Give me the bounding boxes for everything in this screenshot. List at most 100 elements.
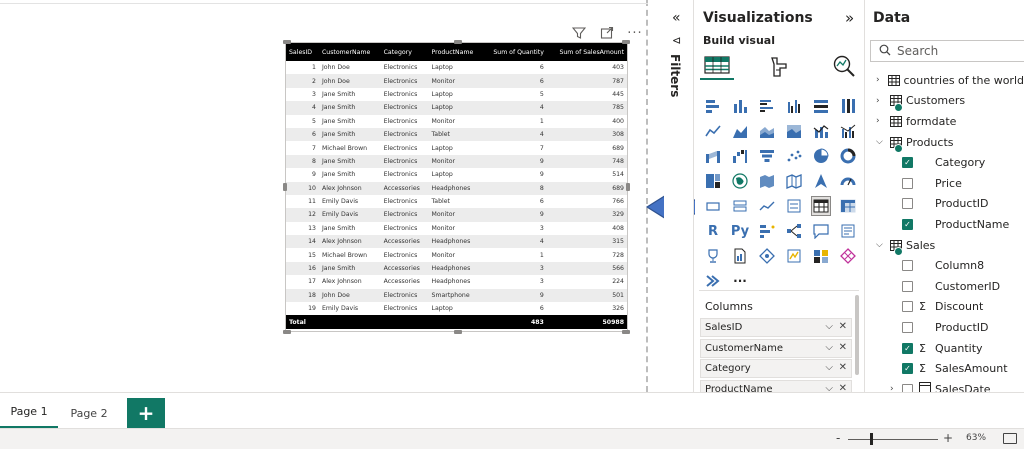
key-influencers-icon[interactable]: [757, 221, 777, 241]
data-table-node[interactable]: › formdate: [876, 111, 1024, 132]
kpi-icon[interactable]: [757, 196, 777, 216]
100-stacked-area-chart-icon[interactable]: [784, 121, 804, 141]
arcgis-maps-icon[interactable]: [811, 246, 831, 266]
column-header[interactable]: SalesID: [286, 43, 319, 61]
field-checkbox[interactable]: [902, 177, 913, 189]
table-row[interactable]: 11 Emily Davis Electronics Tablet 6 766: [286, 195, 627, 208]
table-row[interactable]: 1 John Doe Electronics Laptop 6 403: [286, 61, 627, 74]
python-visual-icon[interactable]: Py: [730, 221, 750, 241]
field-well-item[interactable]: SalesID ⌵ ✕: [700, 318, 852, 337]
goals-icon[interactable]: [703, 246, 723, 266]
remove-field-icon[interactable]: ✕: [839, 321, 847, 332]
line-chart-icon[interactable]: [703, 121, 723, 141]
resize-handle-bottom-left[interactable]: [283, 330, 291, 334]
100-stacked-bar-chart-icon[interactable]: [811, 96, 831, 116]
table-icon[interactable]: [811, 196, 831, 216]
chevron-right-icon[interactable]: ›: [876, 75, 887, 85]
scatter-chart-icon[interactable]: [784, 146, 804, 166]
zoom-slider-track[interactable]: [848, 439, 938, 440]
focus-mode-icon[interactable]: [598, 24, 616, 42]
gauge-icon[interactable]: [838, 171, 858, 191]
clustered-bar-chart-icon[interactable]: [757, 96, 777, 116]
data-field-node[interactable]: Σ Discount: [876, 297, 1024, 318]
zoom-in-button[interactable]: +: [943, 431, 953, 445]
visualizations-scrollbar[interactable]: [855, 295, 859, 375]
line-and-stacked-column-chart-icon[interactable]: [811, 121, 831, 141]
r-script-visual-icon[interactable]: R: [703, 221, 723, 241]
data-table-node[interactable]: ⌵ Sales: [876, 235, 1024, 256]
treemap-icon[interactable]: [703, 171, 723, 191]
field-checkbox[interactable]: ✓: [902, 218, 913, 230]
column-header[interactable]: CustomerName: [318, 43, 381, 61]
table-row[interactable]: 18 John Doe Electronics Smartphone 9 501: [286, 288, 627, 303]
table-row[interactable]: 3 Jane Smith Electronics Laptop 5 445: [286, 88, 627, 101]
waterfall-chart-icon[interactable]: [730, 146, 750, 166]
field-checkbox[interactable]: [902, 198, 913, 210]
resize-handle-top[interactable]: [454, 40, 462, 44]
shape-map-icon[interactable]: [784, 171, 804, 191]
filter-pane-icon[interactable]: ⊲: [672, 34, 681, 47]
field-checkbox[interactable]: [902, 260, 913, 272]
100-stacked-column-chart-icon[interactable]: [838, 96, 858, 116]
power-apps-icon[interactable]: [757, 246, 777, 266]
data-search-box[interactable]: [870, 40, 1024, 62]
chevron-down-icon[interactable]: ⌵: [876, 240, 888, 250]
page-tab-page-1[interactable]: Page 1: [0, 397, 58, 429]
column-header[interactable]: Sum of SalesAmount: [546, 43, 627, 61]
table-row[interactable]: 17 Alex Johnson Accessories Headphones 3 224: [286, 275, 627, 288]
data-field-node[interactable]: ✓ ProductName: [876, 214, 1024, 235]
azure-map-icon[interactable]: [811, 171, 831, 191]
stacked-area-chart-icon[interactable]: [757, 121, 777, 141]
clustered-column-chart-icon[interactable]: [784, 96, 804, 116]
table-row[interactable]: 2 John Doe Electronics Monitor 6 787: [286, 74, 627, 88]
table-row[interactable]: 4 Jane Smith Electronics Laptop 4 785: [286, 101, 627, 115]
matrix-icon[interactable]: [838, 196, 858, 216]
data-field-node[interactable]: ✓ Σ Quantity: [876, 338, 1024, 359]
collapse-filters-icon[interactable]: «: [672, 10, 681, 26]
data-field-node[interactable]: CustomerID: [876, 276, 1024, 297]
table-row[interactable]: 6 Jane Smith Electronics Tablet 4 308: [286, 127, 627, 142]
table-row[interactable]: 14 Alex Johnson Accessories Headphones 4 315: [286, 235, 627, 249]
decomposition-tree-icon[interactable]: [784, 221, 804, 241]
page-tab-page-2[interactable]: Page 2: [60, 397, 118, 429]
resize-handle-top-right[interactable]: [622, 40, 630, 44]
table-row[interactable]: 12 Emily Davis Electronics Monitor 9 329: [286, 208, 627, 222]
field-checkbox[interactable]: ✓: [902, 363, 913, 375]
filter-icon[interactable]: [570, 24, 588, 42]
table-row[interactable]: 16 Jane Smith Accessories Headphones 3 566: [286, 261, 627, 276]
field-checkbox[interactable]: ✓: [902, 342, 913, 354]
field-well-item[interactable]: Category ⌵ ✕: [700, 359, 852, 379]
donut-chart-icon[interactable]: [838, 146, 858, 166]
qa-visual-icon[interactable]: [811, 221, 831, 241]
field-checkbox[interactable]: [902, 301, 913, 313]
custom-visual-icon[interactable]: [838, 246, 858, 266]
chevron-right-icon[interactable]: ›: [876, 116, 888, 126]
stacked-column-chart-icon[interactable]: [730, 96, 750, 116]
chevron-right-icon[interactable]: ›: [876, 96, 888, 106]
report-canvas[interactable]: ··· SalesID CustomerName Category Produc…: [0, 0, 648, 392]
filled-map-icon[interactable]: [757, 171, 777, 191]
resize-handle-bottom[interactable]: [454, 330, 462, 334]
field-well-item[interactable]: CustomerName ⌵ ✕: [700, 338, 852, 358]
stacked-bar-chart-icon[interactable]: [703, 96, 723, 116]
column-header[interactable]: Category: [380, 43, 429, 61]
chevron-down-icon[interactable]: ⌵: [825, 321, 833, 332]
chevron-down-icon[interactable]: ⌵: [825, 342, 833, 353]
map-icon[interactable]: [730, 171, 750, 191]
resize-handle-left[interactable]: [283, 183, 287, 191]
card-icon[interactable]: [703, 196, 723, 216]
data-field-node[interactable]: ProductID: [876, 317, 1024, 338]
table-row[interactable]: 10 Alex Johnson Accessories Headphones 8 689: [286, 181, 627, 195]
field-checkbox[interactable]: [902, 280, 913, 292]
table-row[interactable]: 7 Michael Brown Electronics Laptop 7 689: [286, 141, 627, 154]
data-field-node[interactable]: Column8: [876, 255, 1024, 276]
table-row[interactable]: 19 Emily Davis Electronics Laptop 6 326: [286, 302, 627, 315]
ribbon-chart-icon[interactable]: [703, 146, 723, 166]
add-page-button[interactable]: +: [127, 398, 165, 428]
analytics-mode-icon[interactable]: [827, 52, 861, 80]
table-visual[interactable]: SalesID CustomerName Category ProductNam…: [283, 40, 630, 334]
search-input[interactable]: [897, 44, 997, 58]
data-table-node[interactable]: ⌵ Products: [876, 132, 1024, 153]
pie-chart-icon[interactable]: [811, 146, 831, 166]
column-header[interactable]: Sum of Quantity: [482, 43, 547, 61]
